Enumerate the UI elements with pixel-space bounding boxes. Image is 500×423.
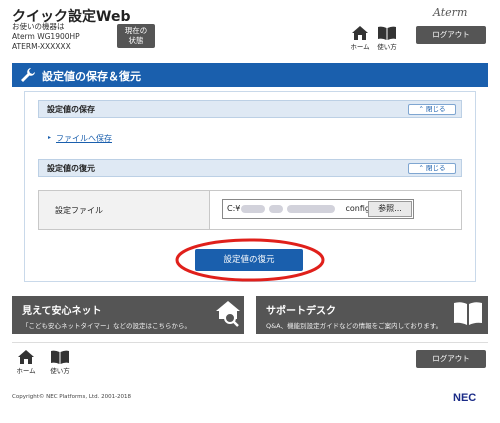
- bullet-icon: ▸: [48, 134, 52, 141]
- settings-file-row: 設定ファイル C:¥ config.bin 参照...: [38, 190, 462, 230]
- footer-divider: [12, 342, 488, 343]
- mieteanshin-promo[interactable]: 見えて安心ネット 「こども安心ネットタイマー」などの設定はこちらから。: [12, 296, 244, 334]
- device-info: お使いの機器は Aterm WG1900HP ATERM-XXXXXX: [12, 22, 80, 52]
- save-section-title: 設定値の保存: [47, 105, 95, 114]
- book-icon: [51, 350, 69, 364]
- help-nav-button[interactable]: 使い方: [374, 26, 400, 51]
- restore-section-header: 設定値の復元 ⌃ 閉じる: [38, 159, 462, 177]
- save-section-close-button[interactable]: ⌃ 閉じる: [408, 104, 456, 115]
- settings-file-input[interactable]: C:¥ config.bin 参照...: [222, 199, 414, 219]
- footer-home-button[interactable]: ホーム: [13, 350, 39, 375]
- home-search-icon: [216, 301, 240, 327]
- book-icon: [378, 26, 396, 40]
- close-label: 閉じる: [426, 164, 446, 172]
- page-title: 設定値の保存＆復元: [42, 70, 141, 83]
- redaction: [241, 205, 265, 213]
- help-label: 使い方: [50, 367, 70, 375]
- promo-desc: 「こども安心ネットタイマー」などの設定はこちらから。: [22, 322, 191, 330]
- close-label: 閉じる: [426, 105, 446, 113]
- page-banner: 設定値の保存＆復元: [12, 63, 488, 87]
- settings-file-label: 設定ファイル: [55, 206, 103, 215]
- footer-help-button[interactable]: 使い方: [47, 350, 73, 375]
- device-model: Aterm WG1900HP: [12, 32, 80, 41]
- device-label: お使いの機器は: [12, 22, 65, 31]
- promo-title: 見えて安心ネット: [22, 306, 102, 317]
- logout-button[interactable]: ログアウト: [416, 26, 486, 44]
- save-to-file-link[interactable]: ファイルへ保存: [56, 133, 112, 144]
- chevron-up-icon: ⌃: [418, 164, 424, 172]
- home-label: ホーム: [350, 43, 370, 51]
- file-path-prefix: C:¥: [227, 204, 241, 213]
- current-status-button[interactable]: 現在の 状態: [117, 24, 155, 48]
- device-id: ATERM-XXXXXX: [12, 42, 71, 51]
- aterm-logo: Aterm: [433, 6, 468, 19]
- copyright-text: Copyright© NEC Platforms, Ltd. 2001-2018: [12, 394, 132, 400]
- footer-logout-button[interactable]: ログアウト: [416, 350, 486, 368]
- support-desk-promo[interactable]: サポートデスク Q&A、機能別設定ガイドなどの情報をご案内しております。: [256, 296, 488, 334]
- wrench-icon: [21, 68, 35, 82]
- promo-title: サポートデスク: [266, 306, 336, 317]
- home-icon: [352, 26, 368, 40]
- settings-file-label-cell: 設定ファイル: [39, 191, 210, 229]
- home-icon: [18, 350, 34, 364]
- help-label: 使い方: [377, 43, 397, 51]
- browse-button[interactable]: 参照...: [368, 201, 412, 217]
- promo-desc: Q&A、機能別設定ガイドなどの情報をご案内しております。: [266, 322, 443, 330]
- restore-section-title: 設定値の復元: [47, 164, 95, 173]
- chevron-up-icon: ⌃: [418, 105, 424, 113]
- redaction: [287, 205, 335, 213]
- restore-section-close-button[interactable]: ⌃ 閉じる: [408, 163, 456, 174]
- nec-logo: NEC: [453, 392, 477, 404]
- save-section-header: 設定値の保存 ⌃ 閉じる: [38, 100, 462, 118]
- book-icon: [454, 302, 482, 325]
- header: クイック設定Web お使いの機器は Aterm WG1900HP ATERM-X…: [0, 0, 500, 58]
- home-label: ホーム: [16, 367, 36, 375]
- restore-settings-button[interactable]: 設定値の復元: [195, 249, 303, 271]
- home-nav-button[interactable]: ホーム: [347, 26, 373, 51]
- redaction: [269, 205, 283, 213]
